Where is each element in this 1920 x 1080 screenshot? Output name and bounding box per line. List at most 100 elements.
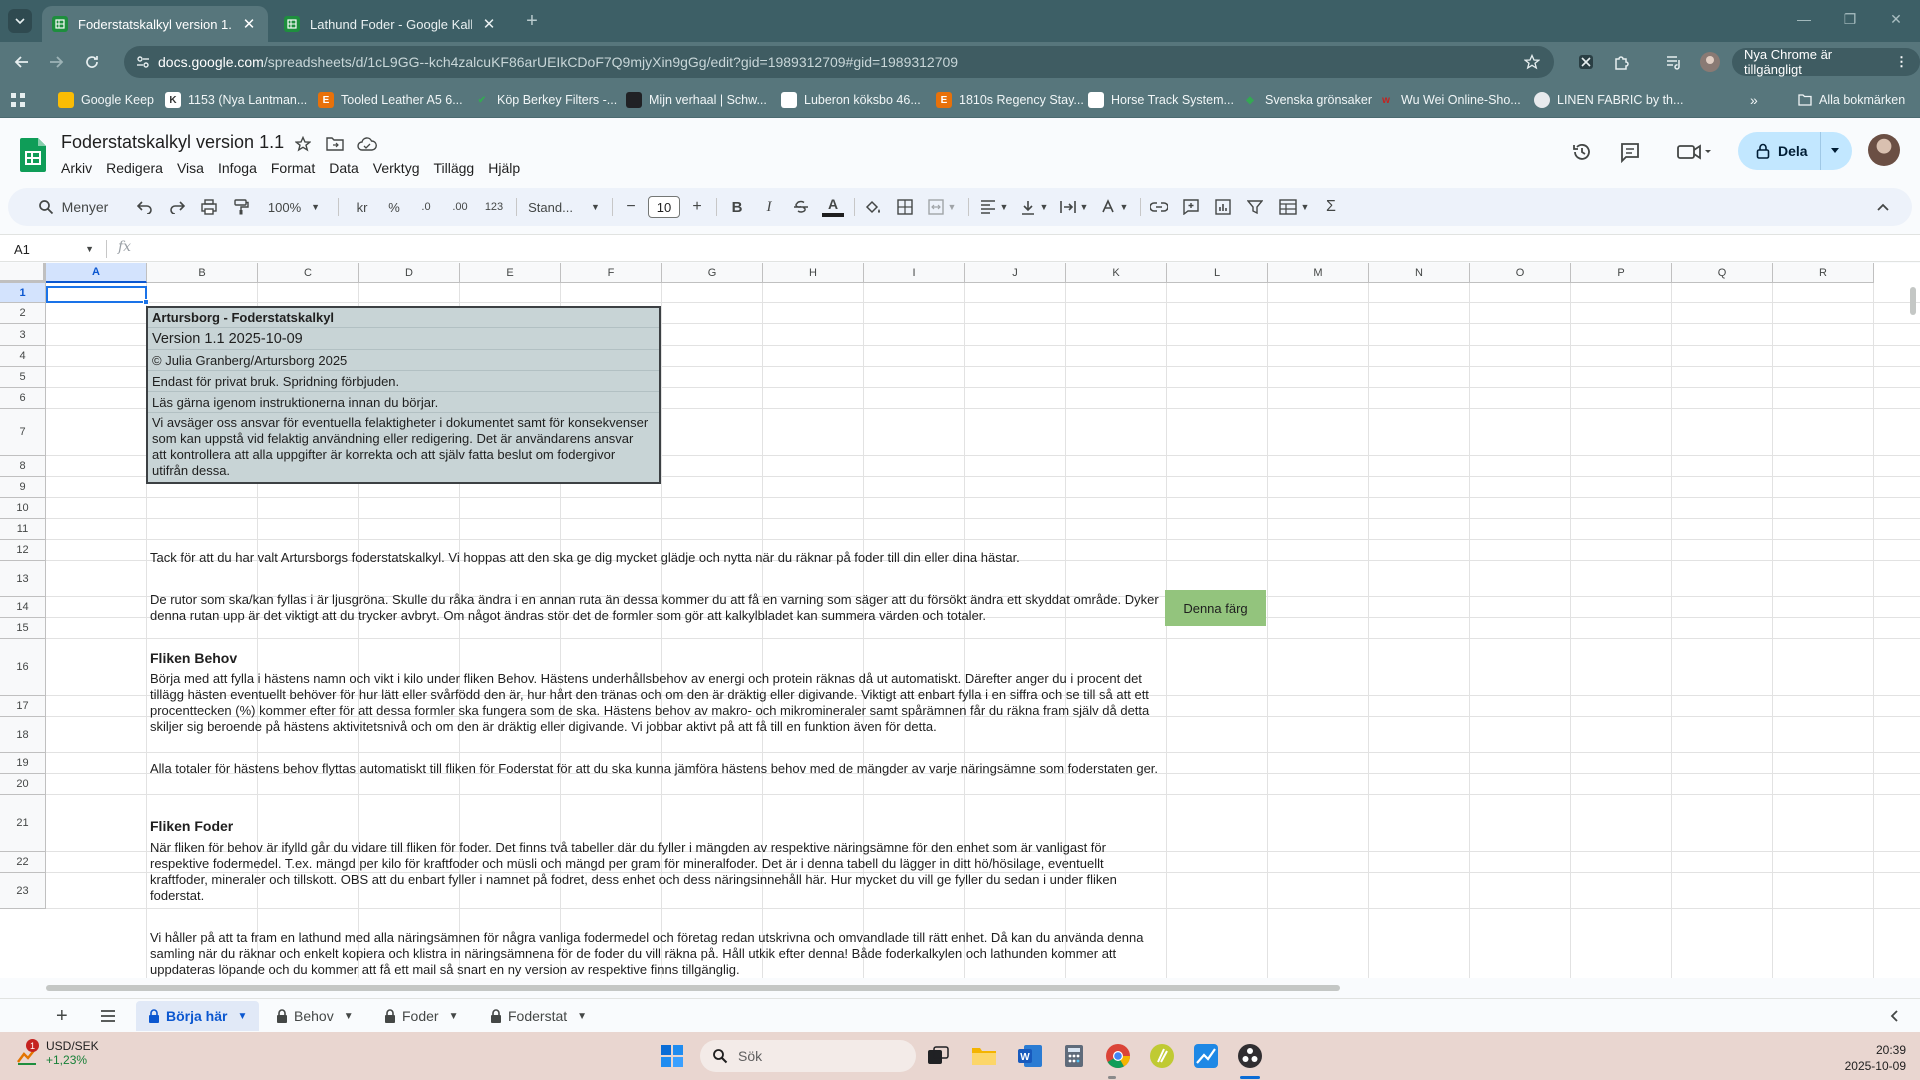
profile-avatar-icon[interactable] (1698, 50, 1722, 74)
reload-button[interactable] (78, 48, 106, 76)
row-header-7[interactable]: 7 (0, 409, 46, 456)
new-tab-button[interactable]: + (520, 9, 544, 33)
column-header-r[interactable]: R (1773, 263, 1874, 283)
bookmark-item[interactable]: ◆ Svenska grönsaker (1242, 90, 1372, 110)
fill-handle[interactable] (143, 299, 149, 305)
column-header-f[interactable]: F (561, 263, 662, 283)
row-header-13[interactable]: 13 (0, 561, 46, 597)
obs-studio-icon[interactable] (1234, 1040, 1266, 1072)
row-header-6[interactable]: 6 (0, 388, 46, 409)
menu-visa[interactable]: Visa (170, 158, 211, 178)
cloud-saved-icon[interactable] (357, 134, 377, 154)
insert-chart-button[interactable] (1210, 188, 1236, 226)
row-header-11[interactable]: 11 (0, 519, 46, 540)
all-sheets-button[interactable] (88, 1001, 128, 1031)
chrome-update-button[interactable]: Nya Chrome är tillgängligt ⋮ (1732, 47, 1920, 77)
text-rotation-button[interactable]: ▼ (1094, 188, 1134, 226)
row-header-17[interactable]: 17 (0, 696, 46, 717)
calculator-icon[interactable] (1058, 1040, 1090, 1072)
menu-arkiv[interactable]: Arkiv (54, 158, 99, 178)
row-header-18[interactable]: 18 (0, 717, 46, 753)
bookmark-item[interactable]: Google Keep (58, 90, 154, 110)
row-header-12[interactable]: 12 (0, 540, 46, 561)
extensions-puzzle-icon[interactable] (1610, 50, 1634, 74)
norton-app-icon[interactable] (1146, 1040, 1178, 1072)
menu-redigera[interactable]: Redigera (99, 158, 170, 178)
column-header-m[interactable]: M (1268, 263, 1369, 283)
menu-format[interactable]: Format (264, 158, 322, 178)
formula-input[interactable] (146, 237, 1906, 261)
row-header-15[interactable]: 15 (0, 618, 46, 639)
spreadsheet-grid[interactable]: ABCDEFGHIJKLMNOPQR 1 2 3 4 5 6 7 8 9 10 11 12 13 14 15… (0, 263, 1920, 978)
minimize-window-icon[interactable]: — (1784, 6, 1824, 32)
column-header-h[interactable]: H (763, 263, 864, 283)
undo-button[interactable] (132, 188, 158, 226)
media-controls-icon[interactable] (1662, 50, 1686, 74)
extension-icon[interactable] (1574, 50, 1598, 74)
version-history-icon[interactable] (1568, 138, 1596, 166)
move-folder-icon[interactable] (325, 134, 345, 154)
more-bookmarks-button[interactable]: » (1750, 90, 1758, 110)
row-header-2[interactable]: 2 (0, 303, 46, 324)
bookmark-item[interactable]: LINEN FABRIC by th... (1534, 90, 1683, 110)
borders-button[interactable] (892, 188, 918, 226)
bookmark-item[interactable]: E Tooled Leather A5 6... (318, 90, 463, 110)
text-color-button[interactable]: A (820, 188, 846, 226)
chrome-icon[interactable] (1102, 1040, 1134, 1072)
browser-tab-active[interactable]: Foderstatskalkyl version 1.1 - G ✕ (42, 6, 268, 42)
browser-tab[interactable]: Lathund Foder - Google Kalkyl ✕ (274, 6, 508, 42)
number-format-button[interactable]: 123 (478, 188, 510, 226)
column-header-c[interactable]: C (258, 263, 359, 283)
row-header-16[interactable]: 16 (0, 639, 46, 696)
document-title[interactable]: Foderstatskalkyl version 1.1 (61, 132, 284, 153)
paint-format-button[interactable] (228, 188, 254, 226)
functions-button[interactable]: Σ (1318, 188, 1344, 226)
column-header-l[interactable]: L (1167, 263, 1268, 283)
collapse-toolbar-button[interactable] (1870, 188, 1896, 226)
horizontal-align-button[interactable]: ▼ (974, 188, 1014, 226)
apps-grid-icon[interactable] (11, 93, 25, 107)
sheet-tab-borja-har[interactable]: Börja här ▼ (136, 1001, 260, 1031)
bookmark-item[interactable]: ✔ Köp Berkey Filters -... (474, 90, 617, 110)
italic-button[interactable]: I (756, 188, 782, 226)
menu-hjalp[interactable]: Hjälp (481, 158, 527, 178)
row-header-1[interactable]: 1 (0, 283, 46, 303)
row-header-19[interactable]: 19 (0, 753, 46, 774)
merge-cells-button[interactable]: ▼ (922, 188, 962, 226)
restore-window-icon[interactable]: ❐ (1830, 6, 1870, 32)
task-view-icon[interactable] (922, 1040, 954, 1072)
column-header-b[interactable]: B (147, 263, 258, 283)
close-tab-icon[interactable]: ✕ (480, 15, 498, 33)
user-avatar[interactable] (1868, 134, 1900, 166)
explore-collapse-button[interactable] (1878, 1001, 1910, 1031)
bookmark-item[interactable]: E 1810s Regency Stay... (936, 90, 1084, 110)
column-header-g[interactable]: G (662, 263, 763, 283)
zoom-select[interactable]: 100% ▼ (264, 188, 324, 226)
decrease-decimal-button[interactable]: .0 (412, 188, 440, 226)
horizontal-scrollbar[interactable] (46, 985, 1340, 991)
increase-font-size-button[interactable]: + (686, 188, 708, 226)
site-info-icon[interactable] (136, 55, 150, 69)
row-header-23[interactable]: 23 (0, 873, 46, 909)
windows-start-icon[interactable] (656, 1040, 688, 1072)
row-header-20[interactable]: 20 (0, 774, 46, 795)
back-button[interactable] (8, 48, 36, 76)
fill-color-button[interactable] (860, 188, 886, 226)
column-header-p[interactable]: P (1571, 263, 1672, 283)
tab-search-button[interactable] (8, 9, 32, 33)
column-header-n[interactable]: N (1369, 263, 1470, 283)
decrease-font-size-button[interactable]: − (620, 188, 642, 226)
row-header-8[interactable]: 8 (0, 456, 46, 477)
column-header-k[interactable]: K (1066, 263, 1167, 283)
search-menus-button[interactable]: Menyer (24, 188, 122, 226)
filter-views-button[interactable]: ▼ (1274, 188, 1314, 226)
bookmark-item[interactable]: Luberon köksbo 46... (781, 90, 921, 110)
bookmark-star-icon[interactable] (1524, 54, 1540, 70)
sheet-tab-behov[interactable]: Behov ▼ (264, 1001, 366, 1031)
select-all-corner[interactable] (0, 263, 46, 283)
column-header-e[interactable]: E (460, 263, 561, 283)
row-header-4[interactable]: 4 (0, 346, 46, 367)
bookmark-item[interactable]: K 1153 (Nya Lantman... (165, 90, 307, 110)
row-header-10[interactable]: 10 (0, 498, 46, 519)
currency-format-button[interactable]: kr (348, 188, 376, 226)
